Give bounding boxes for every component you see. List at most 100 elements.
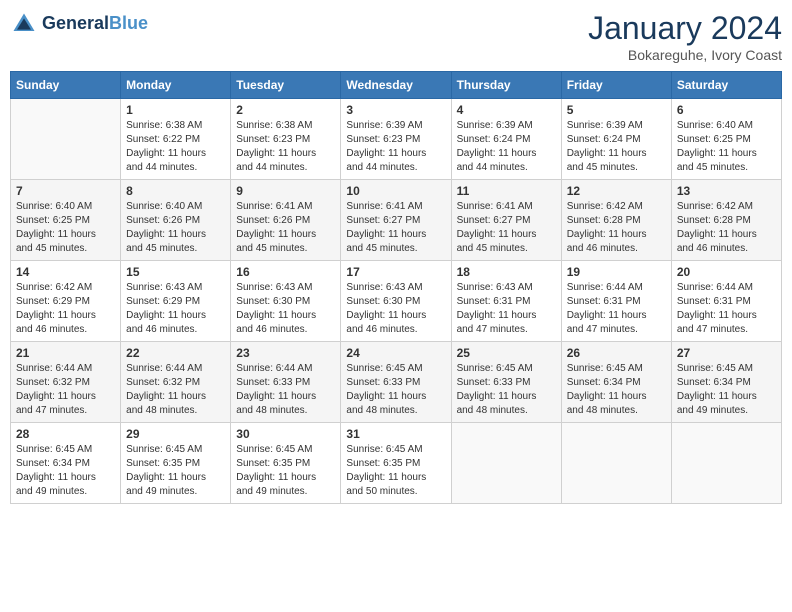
calendar-cell: 27 Sunrise: 6:45 AMSunset: 6:34 PMDayligh… <box>671 342 781 423</box>
day-number: 6 <box>677 103 776 117</box>
day-info: Sunrise: 6:44 AMSunset: 6:31 PMDaylight:… <box>567 281 666 337</box>
day-info: Sunrise: 6:45 AMSunset: 6:34 PMDaylight:… <box>567 362 666 418</box>
calendar-cell: 6 Sunrise: 6:40 AMSunset: 6:25 PMDaylight… <box>671 99 781 180</box>
calendar-table: SundayMondayTuesdayWednesdayThursdayFrid… <box>10 71 782 504</box>
calendar-cell <box>671 423 781 504</box>
day-info: Sunrise: 6:45 AMSunset: 6:34 PMDaylight:… <box>677 362 776 418</box>
calendar-cell: 21 Sunrise: 6:44 AMSunset: 6:32 PMDayligh… <box>11 342 121 423</box>
calendar-cell: 31 Sunrise: 6:45 AMSunset: 6:35 PMDayligh… <box>341 423 451 504</box>
weekday-header: Sunday <box>11 72 121 99</box>
day-number: 19 <box>567 265 666 279</box>
calendar-cell: 1 Sunrise: 6:38 AMSunset: 6:22 PMDaylight… <box>121 99 231 180</box>
calendar-cell: 17 Sunrise: 6:43 AMSunset: 6:30 PMDayligh… <box>341 261 451 342</box>
day-info: Sunrise: 6:44 AMSunset: 6:32 PMDaylight:… <box>126 362 225 418</box>
calendar-cell: 4 Sunrise: 6:39 AMSunset: 6:24 PMDaylight… <box>451 99 561 180</box>
calendar-cell <box>561 423 671 504</box>
day-number: 22 <box>126 346 225 360</box>
weekday-header: Tuesday <box>231 72 341 99</box>
day-info: Sunrise: 6:40 AMSunset: 6:25 PMDaylight:… <box>677 119 776 175</box>
day-info: Sunrise: 6:44 AMSunset: 6:31 PMDaylight:… <box>677 281 776 337</box>
day-number: 30 <box>236 427 335 441</box>
day-number: 2 <box>236 103 335 117</box>
day-number: 23 <box>236 346 335 360</box>
day-info: Sunrise: 6:42 AMSunset: 6:28 PMDaylight:… <box>677 200 776 256</box>
day-number: 27 <box>677 346 776 360</box>
calendar-cell: 16 Sunrise: 6:43 AMSunset: 6:30 PMDayligh… <box>231 261 341 342</box>
calendar-cell: 3Sunrise: 6:39 AMSunset: 6:23 PMDaylight… <box>341 99 451 180</box>
day-info: Sunrise: 6:42 AMSunset: 6:28 PMDaylight:… <box>567 200 666 256</box>
calendar-cell: 15 Sunrise: 6:43 AMSunset: 6:29 PMDayligh… <box>121 261 231 342</box>
day-number: 29 <box>126 427 225 441</box>
day-number: 3 <box>346 103 445 117</box>
day-number: 17 <box>346 265 445 279</box>
day-info: Sunrise: 6:44 AMSunset: 6:33 PMDaylight:… <box>236 362 335 418</box>
day-info: Sunrise: 6:39 AMSunset: 6:24 PMDaylight:… <box>457 119 556 175</box>
day-info: Sunrise: 6:38 AMSunset: 6:22 PMDaylight:… <box>126 119 225 175</box>
day-info: Sunrise: 6:41 AMSunset: 6:26 PMDaylight:… <box>236 200 335 256</box>
weekday-header: Wednesday <box>341 72 451 99</box>
day-info: Sunrise: 6:41 AMSunset: 6:27 PMDaylight:… <box>457 200 556 256</box>
day-number: 4 <box>457 103 556 117</box>
calendar-cell: 23 Sunrise: 6:44 AMSunset: 6:33 PMDayligh… <box>231 342 341 423</box>
calendar-cell <box>451 423 561 504</box>
day-number: 13 <box>677 184 776 198</box>
day-number: 11 <box>457 184 556 198</box>
day-number: 31 <box>346 427 445 441</box>
weekday-header: Saturday <box>671 72 781 99</box>
calendar-cell <box>11 99 121 180</box>
day-info: Sunrise: 6:39 AMSunset: 6:24 PMDaylight:… <box>567 119 666 175</box>
calendar-cell: 18 Sunrise: 6:43 AMSunset: 6:31 PMDayligh… <box>451 261 561 342</box>
day-number: 8 <box>126 184 225 198</box>
day-number: 20 <box>677 265 776 279</box>
calendar-cell: 29 Sunrise: 6:45 AMSunset: 6:35 PMDayligh… <box>121 423 231 504</box>
calendar-cell: 26 Sunrise: 6:45 AMSunset: 6:34 PMDayligh… <box>561 342 671 423</box>
day-info: Sunrise: 6:45 AMSunset: 6:34 PMDaylight:… <box>16 443 115 499</box>
weekday-header-row: SundayMondayTuesdayWednesdayThursdayFrid… <box>11 72 782 99</box>
calendar-cell: 25Sunrise: 6:45 AMSunset: 6:33 PMDayligh… <box>451 342 561 423</box>
day-info: Sunrise: 6:45 AMSunset: 6:33 PMDaylight:… <box>346 362 445 418</box>
day-info: Sunrise: 6:43 AMSunset: 6:29 PMDaylight:… <box>126 281 225 337</box>
calendar-cell: 14Sunrise: 6:42 AMSunset: 6:29 PMDayligh… <box>11 261 121 342</box>
calendar-cell: 22 Sunrise: 6:44 AMSunset: 6:32 PMDayligh… <box>121 342 231 423</box>
calendar-cell: 13 Sunrise: 6:42 AMSunset: 6:28 PMDayligh… <box>671 180 781 261</box>
day-number: 9 <box>236 184 335 198</box>
logo: GeneralBlue <box>10 10 148 38</box>
day-info: Sunrise: 6:43 AMSunset: 6:30 PMDaylight:… <box>346 281 445 337</box>
calendar-cell: 2 Sunrise: 6:38 AMSunset: 6:23 PMDaylight… <box>231 99 341 180</box>
day-info: Sunrise: 6:44 AMSunset: 6:32 PMDaylight:… <box>16 362 115 418</box>
calendar-cell: 7Sunrise: 6:40 AMSunset: 6:25 PMDaylight… <box>11 180 121 261</box>
day-number: 1 <box>126 103 225 117</box>
day-number: 28 <box>16 427 115 441</box>
day-number: 5 <box>567 103 666 117</box>
day-number: 18 <box>457 265 556 279</box>
day-number: 26 <box>567 346 666 360</box>
day-info: Sunrise: 6:45 AMSunset: 6:35 PMDaylight:… <box>346 443 445 499</box>
logo-text: GeneralBlue <box>42 14 148 34</box>
calendar-cell: 5 Sunrise: 6:39 AMSunset: 6:24 PMDaylight… <box>561 99 671 180</box>
calendar-cell: 11 Sunrise: 6:41 AMSunset: 6:27 PMDayligh… <box>451 180 561 261</box>
weekday-header: Monday <box>121 72 231 99</box>
day-info: Sunrise: 6:38 AMSunset: 6:23 PMDaylight:… <box>236 119 335 175</box>
title-area: January 2024 Bokareguhe, Ivory Coast <box>588 10 782 63</box>
calendar-cell: 30Sunrise: 6:45 AMSunset: 6:35 PMDayligh… <box>231 423 341 504</box>
day-number: 15 <box>126 265 225 279</box>
day-number: 16 <box>236 265 335 279</box>
month-title: January 2024 <box>588 10 782 47</box>
calendar-cell: 8Sunrise: 6:40 AMSunset: 6:26 PMDaylight… <box>121 180 231 261</box>
calendar-cell: 9 Sunrise: 6:41 AMSunset: 6:26 PMDaylight… <box>231 180 341 261</box>
day-info: Sunrise: 6:43 AMSunset: 6:30 PMDaylight:… <box>236 281 335 337</box>
day-info: Sunrise: 6:40 AMSunset: 6:25 PMDaylight:… <box>16 200 115 256</box>
day-info: Sunrise: 6:45 AMSunset: 6:33 PMDaylight:… <box>457 362 556 418</box>
calendar-cell: 20 Sunrise: 6:44 AMSunset: 6:31 PMDayligh… <box>671 261 781 342</box>
calendar-week-row: 21 Sunrise: 6:44 AMSunset: 6:32 PMDayligh… <box>11 342 782 423</box>
logo-icon <box>10 10 38 38</box>
day-number: 10 <box>346 184 445 198</box>
day-number: 24 <box>346 346 445 360</box>
day-number: 21 <box>16 346 115 360</box>
location: Bokareguhe, Ivory Coast <box>588 47 782 63</box>
day-info: Sunrise: 6:45 AMSunset: 6:35 PMDaylight:… <box>126 443 225 499</box>
calendar-cell: 19 Sunrise: 6:44 AMSunset: 6:31 PMDayligh… <box>561 261 671 342</box>
day-info: Sunrise: 6:43 AMSunset: 6:31 PMDaylight:… <box>457 281 556 337</box>
weekday-header: Friday <box>561 72 671 99</box>
calendar-cell: 10Sunrise: 6:41 AMSunset: 6:27 PMDayligh… <box>341 180 451 261</box>
